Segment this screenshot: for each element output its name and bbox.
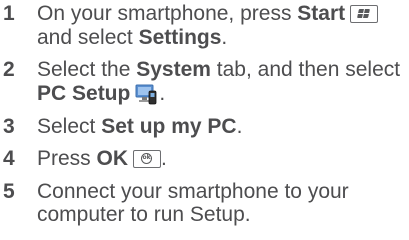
step-text: Press: [37, 147, 97, 170]
step-text: Select the: [37, 58, 137, 81]
step-number: 4: [3, 147, 15, 170]
step-3: 3 Select Set up my PC.: [0, 115, 409, 139]
step-text: .: [221, 25, 228, 49]
step-4: 4 Press OK ok.: [0, 147, 409, 171]
ok-key-icon: ok: [133, 150, 162, 168]
step-number: 5: [3, 179, 15, 203]
ok-key-glyph: ok: [141, 153, 153, 164]
step-text: Connect your smartphone to your computer…: [37, 179, 349, 227]
step-text: .: [236, 114, 243, 138]
step-5: 5 Connect your smartphone to your comput…: [0, 180, 409, 227]
windows-start-key-icon: [350, 5, 379, 23]
step-text: On your smartphone, press: [37, 2, 298, 25]
system-tab-label: System: [136, 58, 211, 81]
step-text: .: [161, 147, 167, 170]
pc-setup-label: PC Setup: [37, 81, 131, 105]
pc-setup-icon: [135, 82, 159, 106]
start-key-label: Start: [297, 2, 346, 25]
set-up-my-pc-label: Set up my PC: [101, 114, 237, 138]
step-text: Select: [37, 114, 102, 138]
ok-label: OK: [96, 147, 129, 170]
settings-label: Settings: [138, 25, 222, 49]
instruction-list: 1 On your smartphone, press Start and se…: [0, 2, 409, 236]
step-text: .: [159, 81, 166, 105]
step-1: 1 On your smartphone, press Start and se…: [0, 2, 409, 49]
step-number: 3: [3, 114, 15, 138]
step-text: and select: [37, 25, 139, 49]
step-number: 1: [3, 2, 15, 25]
step-2: 2 Select the System tab, and then select…: [0, 58, 409, 106]
step-text: tab, and then select: [210, 58, 401, 81]
step-number: 2: [3, 58, 15, 81]
